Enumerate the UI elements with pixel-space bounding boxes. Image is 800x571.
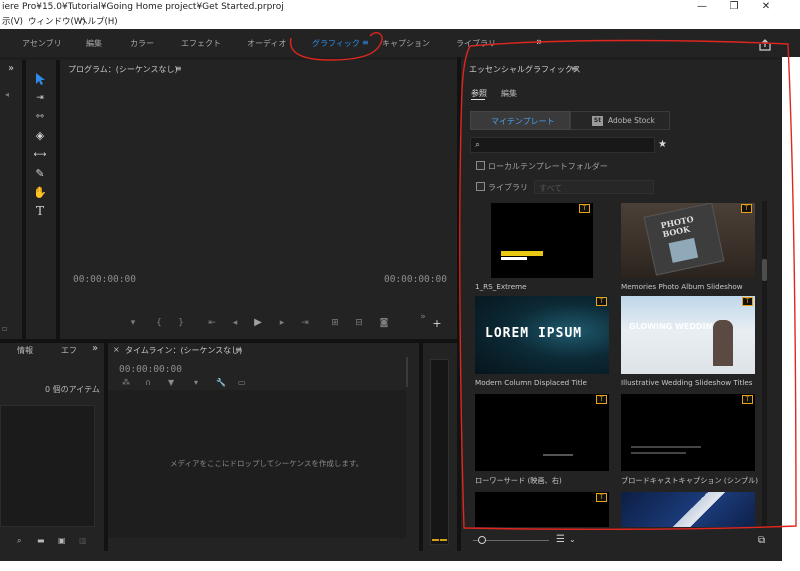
red-annotation-overlay (289, 32, 797, 531)
annotation-panel-outline (459, 39, 797, 531)
premiere-window: iere Pro¥15.0¥Tutorial¥Going Home projec… (0, 0, 800, 571)
annotation-graphics-circle (289, 32, 383, 61)
